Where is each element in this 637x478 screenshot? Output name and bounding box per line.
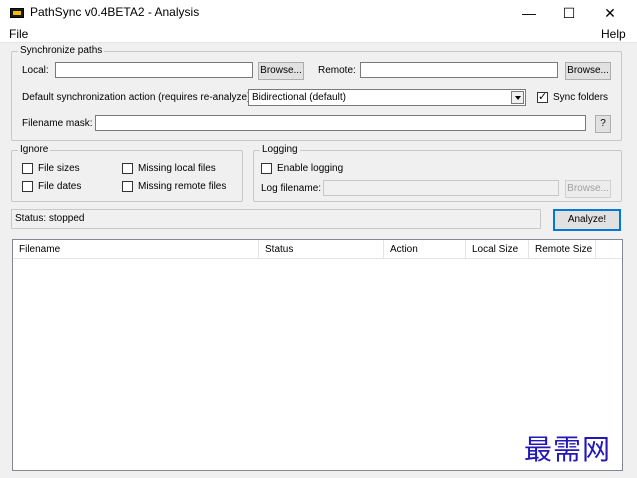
chevron-down-icon[interactable]: [511, 91, 524, 104]
status-panel: Status: stopped: [11, 209, 541, 229]
local-label: Local:: [22, 65, 49, 76]
list-header: Filename Status Action Local Size Remote…: [13, 240, 622, 259]
default-action-select[interactable]: Bidirectional (default): [248, 89, 526, 106]
filename-mask-label: Filename mask:: [22, 118, 93, 129]
column-filename[interactable]: Filename: [13, 240, 259, 259]
missing-local-checkbox[interactable]: [122, 163, 133, 174]
analyze-button[interactable]: Analyze!: [553, 209, 621, 231]
logging-title: Logging: [260, 144, 300, 155]
missing-remote-label[interactable]: Missing remote files: [138, 181, 226, 192]
file-dates-checkbox[interactable]: [22, 181, 33, 192]
remote-path-input[interactable]: [360, 62, 558, 78]
menu-bar: File Help: [0, 26, 637, 43]
log-filename-label: Log filename:: [261, 183, 322, 194]
minimize-button[interactable]: —: [511, 0, 547, 26]
watermark-text: 最需网: [524, 433, 612, 466]
file-sizes-checkbox[interactable]: [22, 163, 33, 174]
title-bar: PathSync v0.4BETA2 - Analysis — ☐ ✕: [0, 0, 637, 26]
ignore-group: Ignore: [11, 144, 243, 202]
status-text: Status: stopped: [15, 213, 85, 224]
missing-local-label[interactable]: Missing local files: [138, 163, 216, 174]
filename-mask-input[interactable]: [95, 115, 586, 131]
close-button[interactable]: ✕: [592, 0, 628, 26]
column-local-size[interactable]: Local Size: [466, 240, 529, 259]
app-icon: [10, 8, 24, 18]
remote-label: Remote:: [318, 65, 356, 76]
column-remote-size[interactable]: Remote Size: [529, 240, 596, 259]
missing-remote-checkbox[interactable]: [122, 181, 133, 192]
ignore-title: Ignore: [18, 144, 51, 155]
browse-log-button[interactable]: Browse...: [565, 180, 611, 198]
default-action-label: Default synchronization action (requires…: [22, 92, 254, 103]
enable-logging-label[interactable]: Enable logging: [277, 163, 343, 174]
sync-folders-checkbox[interactable]: [537, 90, 548, 103]
enable-logging-checkbox[interactable]: [261, 163, 272, 174]
maximize-button[interactable]: ☐: [551, 0, 587, 26]
default-action-value: Bidirectional (default): [252, 92, 346, 103]
browse-remote-button[interactable]: Browse...: [565, 62, 611, 80]
file-sizes-label[interactable]: File sizes: [38, 163, 80, 174]
browse-local-button[interactable]: Browse...: [258, 62, 304, 80]
column-action[interactable]: Action: [384, 240, 466, 259]
local-path-input[interactable]: [55, 62, 253, 78]
log-filename-input[interactable]: [323, 180, 559, 196]
sync-folders-label[interactable]: Sync folders: [553, 92, 608, 103]
sync-paths-title: Synchronize paths: [18, 45, 105, 56]
file-dates-label[interactable]: File dates: [38, 181, 81, 192]
window-title: PathSync v0.4BETA2 - Analysis: [30, 5, 200, 19]
column-status[interactable]: Status: [259, 240, 384, 259]
menu-help[interactable]: Help: [601, 27, 626, 41]
menu-file[interactable]: File: [9, 27, 28, 41]
mask-help-button[interactable]: ?: [595, 115, 611, 133]
